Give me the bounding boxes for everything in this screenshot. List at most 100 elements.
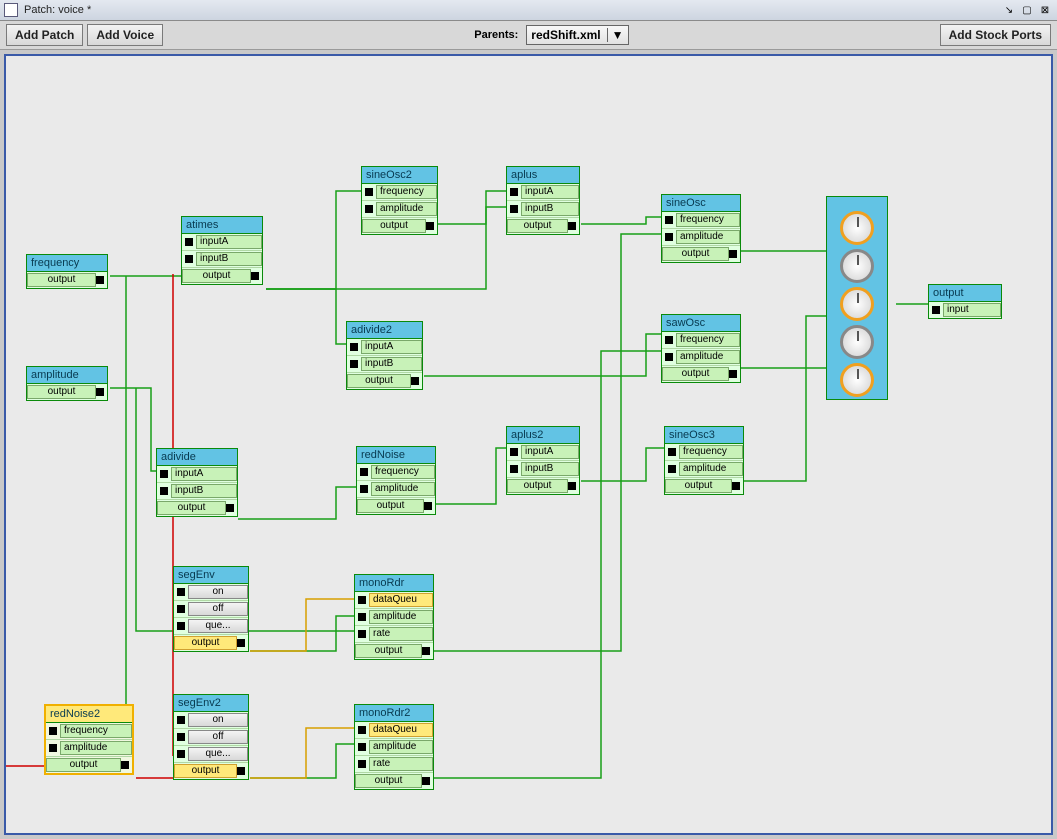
node-segEnv2[interactable]: segEnv2 on off que... output: [173, 694, 249, 780]
port-in-icon[interactable]: [177, 588, 185, 596]
port-in-icon[interactable]: [360, 485, 368, 493]
port-in-icon[interactable]: [49, 727, 57, 735]
btn-que[interactable]: que...: [188, 747, 248, 761]
port-output: output: [362, 219, 426, 233]
node-mixer[interactable]: [826, 196, 888, 400]
port-in-icon[interactable]: [510, 465, 518, 473]
port-in-icon[interactable]: [177, 733, 185, 741]
title-bar[interactable]: Patch: voice * ↘ ▢ ⊠: [0, 0, 1057, 21]
node-title: monoRdr2: [355, 705, 433, 722]
port-in-icon[interactable]: [350, 360, 358, 368]
node-frequency[interactable]: frequency output: [26, 254, 108, 289]
port-in-icon[interactable]: [358, 760, 366, 768]
port-out-icon[interactable]: [96, 388, 104, 396]
node-segEnv[interactable]: segEnv on off que... output: [173, 566, 249, 652]
btn-off[interactable]: off: [188, 602, 248, 616]
port-in-icon[interactable]: [358, 596, 366, 604]
port-in-icon[interactable]: [358, 613, 366, 621]
port-out-icon[interactable]: [422, 647, 430, 655]
port-out-icon[interactable]: [729, 250, 737, 258]
patch-canvas[interactable]: frequency output amplitude output atimes…: [4, 54, 1053, 835]
node-adivide[interactable]: adivide inputA inputB output: [156, 448, 238, 517]
port-inputA: inputA: [521, 445, 579, 459]
port-in-icon[interactable]: [665, 353, 673, 361]
port-in-icon[interactable]: [185, 238, 193, 246]
node-redNoise2[interactable]: redNoise2 frequency amplitude output: [44, 704, 134, 775]
node-output[interactable]: output input: [928, 284, 1002, 319]
knob-icon[interactable]: [840, 325, 874, 359]
node-atimes[interactable]: atimes inputA inputB output: [181, 216, 263, 285]
port-out-icon[interactable]: [237, 767, 245, 775]
node-title: segEnv2: [174, 695, 248, 712]
port-output: output: [347, 374, 411, 388]
port-in-icon[interactable]: [350, 343, 358, 351]
port-in-icon[interactable]: [177, 716, 185, 724]
port-out-icon[interactable]: [251, 272, 259, 280]
knob-icon[interactable]: [840, 249, 874, 283]
node-sineOsc[interactable]: sineOsc frequency amplitude output: [661, 194, 741, 263]
parents-dropdown[interactable]: redShift.xml ▼: [526, 25, 628, 45]
node-sineOsc3[interactable]: sineOsc3 frequency amplitude output: [664, 426, 744, 495]
btn-off[interactable]: off: [188, 730, 248, 744]
port-output: output: [662, 367, 729, 381]
node-amplitude[interactable]: amplitude output: [26, 366, 108, 401]
minimize-icon[interactable]: ↘: [1001, 3, 1017, 17]
port-inputB: inputB: [521, 462, 579, 476]
node-monoRdr2[interactable]: monoRdr2 dataQueu amplitude rate output: [354, 704, 434, 790]
port-out-icon[interactable]: [237, 639, 245, 647]
maximize-icon[interactable]: ▢: [1019, 3, 1035, 17]
port-out-icon[interactable]: [426, 222, 434, 230]
port-in-icon[interactable]: [160, 470, 168, 478]
port-out-icon[interactable]: [422, 777, 430, 785]
port-out-icon[interactable]: [121, 761, 129, 769]
port-out-icon[interactable]: [424, 502, 432, 510]
port-out-icon[interactable]: [226, 504, 234, 512]
knob-icon[interactable]: [840, 211, 874, 245]
port-out-icon[interactable]: [732, 482, 740, 490]
port-in-icon[interactable]: [177, 622, 185, 630]
node-redNoise[interactable]: redNoise frequency amplitude output: [356, 446, 436, 515]
port-in-icon[interactable]: [160, 487, 168, 495]
node-monoRdr[interactable]: monoRdr dataQueu amplitude rate output: [354, 574, 434, 660]
btn-on[interactable]: on: [188, 713, 248, 727]
port-in-icon[interactable]: [358, 630, 366, 638]
btn-que[interactable]: que...: [188, 619, 248, 633]
port-in-icon[interactable]: [665, 216, 673, 224]
port-out-icon[interactable]: [729, 370, 737, 378]
port-in-icon[interactable]: [932, 306, 940, 314]
port-in-icon[interactable]: [668, 465, 676, 473]
port-in-icon[interactable]: [360, 468, 368, 476]
port-in-icon[interactable]: [365, 188, 373, 196]
port-in-icon[interactable]: [177, 750, 185, 758]
node-sawOsc[interactable]: sawOsc frequency amplitude output: [661, 314, 741, 383]
node-aplus[interactable]: aplus inputA inputB output: [506, 166, 580, 235]
port-in-icon[interactable]: [358, 743, 366, 751]
node-sineOsc2[interactable]: sineOsc2 frequency amplitude output: [361, 166, 438, 235]
port-out-icon[interactable]: [96, 276, 104, 284]
port-in-icon[interactable]: [668, 448, 676, 456]
port-amplitude: amplitude: [679, 462, 743, 476]
port-in-icon[interactable]: [365, 205, 373, 213]
port-frequency: frequency: [679, 445, 743, 459]
knob-icon[interactable]: [840, 287, 874, 321]
btn-on[interactable]: on: [188, 585, 248, 599]
port-out-icon[interactable]: [568, 222, 576, 230]
knob-icon[interactable]: [840, 363, 874, 397]
port-in-icon[interactable]: [510, 448, 518, 456]
port-in-icon[interactable]: [177, 605, 185, 613]
add-stock-ports-button[interactable]: Add Stock Ports: [940, 24, 1051, 46]
port-out-icon[interactable]: [411, 377, 419, 385]
add-patch-button[interactable]: Add Patch: [6, 24, 83, 46]
port-in-icon[interactable]: [665, 233, 673, 241]
port-in-icon[interactable]: [185, 255, 193, 263]
add-voice-button[interactable]: Add Voice: [87, 24, 163, 46]
node-adivide2[interactable]: adivide2 inputA inputB output: [346, 321, 423, 390]
port-in-icon[interactable]: [510, 205, 518, 213]
port-in-icon[interactable]: [358, 726, 366, 734]
port-in-icon[interactable]: [665, 336, 673, 344]
port-in-icon[interactable]: [49, 744, 57, 752]
port-out-icon[interactable]: [568, 482, 576, 490]
node-aplus2[interactable]: aplus2 inputA inputB output: [506, 426, 580, 495]
close-icon[interactable]: ⊠: [1037, 3, 1053, 17]
port-in-icon[interactable]: [510, 188, 518, 196]
